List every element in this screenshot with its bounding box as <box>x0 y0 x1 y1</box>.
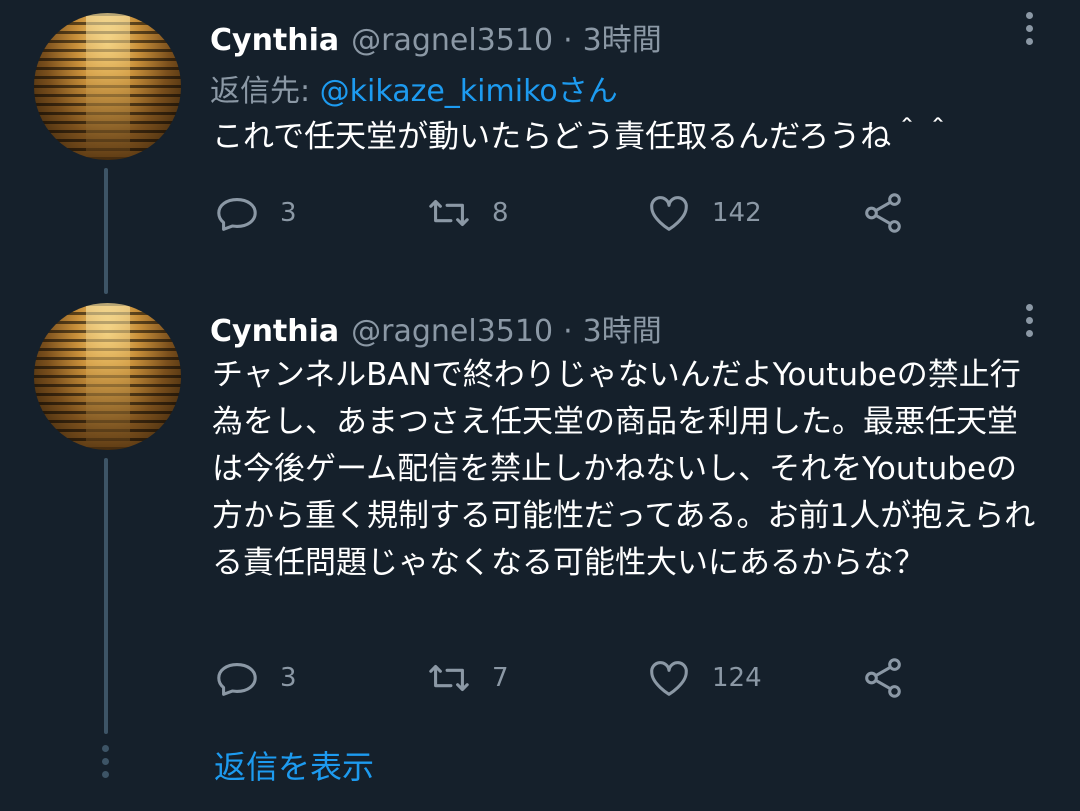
thread-line <box>104 168 108 294</box>
retweet-count: 8 <box>492 198 509 228</box>
like-button[interactable]: 124 <box>646 655 762 701</box>
share-button[interactable] <box>860 655 906 701</box>
like-icon <box>650 661 688 696</box>
user-handle[interactable]: @ragnel3510 <box>351 314 553 349</box>
share-icon <box>865 193 901 233</box>
tweet-1[interactable]: Cynthia @ragnel3510 · 3時間 返信先: @kikaze_k… <box>0 0 1080 300</box>
like-icon <box>650 196 688 231</box>
display-name[interactable]: Cynthia <box>210 23 339 58</box>
more-icon[interactable] <box>1026 12 1034 51</box>
thread-continuation-dots <box>102 745 110 784</box>
reply-icon <box>217 663 257 696</box>
tweet-header: Cynthia @ragnel3510 · 3時間 <box>210 15 662 59</box>
action-bar: 3 7 124 <box>214 655 974 705</box>
reply-count: 3 <box>280 663 297 693</box>
share-button[interactable] <box>860 190 906 236</box>
reply-button[interactable]: 3 <box>214 655 297 701</box>
action-bar: 3 8 142 <box>214 190 974 240</box>
separator-dot: · <box>563 23 573 58</box>
retweet-icon <box>429 199 469 227</box>
retweet-button[interactable]: 7 <box>426 655 509 701</box>
like-count: 124 <box>712 663 762 693</box>
share-icon <box>865 658 901 698</box>
avatar[interactable] <box>34 303 181 450</box>
display-name[interactable]: Cynthia <box>210 314 339 349</box>
thread-line <box>104 458 108 734</box>
user-handle[interactable]: @ragnel3510 <box>351 23 553 58</box>
tweet-text: これで任天堂が動いたらどう責任取るんだろうね＾＾ <box>212 119 954 155</box>
timestamp[interactable]: 3時間 <box>583 306 662 350</box>
more-icon[interactable] <box>1026 304 1034 343</box>
retweet-icon <box>429 664 469 692</box>
reply-suffix: さん <box>557 74 618 109</box>
tweet-text: チャンネルBANで終わりじゃないんだよYoutubeの禁止行為をし、あまつさえ任… <box>212 357 1036 581</box>
replying-to-label: 返信先: <box>210 74 320 109</box>
retweet-count: 7 <box>492 663 509 693</box>
tweet-2[interactable]: Cynthia @ragnel3510 · 3時間 チャンネルBANで終わりじゃ… <box>0 300 1080 740</box>
like-count: 142 <box>712 198 762 228</box>
show-replies-link[interactable]: 返信を表示 <box>214 742 374 788</box>
like-button[interactable]: 142 <box>646 190 762 236</box>
reply-count: 3 <box>280 198 297 228</box>
retweet-button[interactable]: 8 <box>426 190 509 236</box>
replying-to: 返信先: @kikaze_kimikoさん <box>210 66 618 110</box>
avatar[interactable] <box>34 13 181 160</box>
separator-dot: · <box>563 314 573 349</box>
reply-button[interactable]: 3 <box>214 190 297 236</box>
reply-mention-link[interactable]: @kikaze_kimiko <box>320 74 558 109</box>
timestamp[interactable]: 3時間 <box>583 15 662 59</box>
tweet-header: Cynthia @ragnel3510 · 3時間 <box>210 306 662 350</box>
reply-icon <box>217 198 257 231</box>
